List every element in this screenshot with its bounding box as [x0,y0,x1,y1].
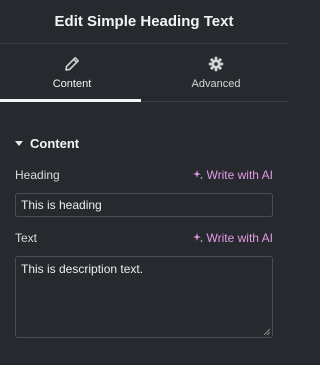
tab-advanced-label: Advanced [191,77,241,90]
text-label: Text [15,231,38,245]
panel-title: Edit Simple Heading Text [54,13,234,30]
tab-bar: Content Advanced [0,44,288,102]
panel-header: Edit Simple Heading Text [0,0,288,44]
heading-write-with-ai-button[interactable]: Write with AI [192,168,273,182]
sparkle-icon [192,233,203,243]
resize-handle-icon[interactable] [263,328,270,335]
text-write-with-ai-button[interactable]: Write with AI [192,231,273,245]
heading-input-value: This is heading [21,198,102,212]
pencil-icon [65,56,79,71]
tab-content-label: Content [52,77,92,90]
content-section-toggle[interactable]: Content [0,123,288,163]
caret-down-icon [15,140,23,146]
text-ai-label: Write with AI [206,231,273,245]
gear-icon [208,56,224,71]
active-tab-indicator [0,99,141,102]
heading-ai-label: Write with AI [206,168,273,182]
editor-panel: Edit Simple Heading Text Content Advance… [0,0,288,365]
heading-label: Heading [15,168,60,182]
heading-field: Heading Write with AI This is heading [0,165,288,217]
tab-content[interactable]: Content [0,44,144,101]
sparkle-icon [192,170,203,180]
tab-advanced[interactable]: Advanced [144,44,288,101]
text-field: Text Write with AI This is description t… [0,228,288,338]
heading-field-row: Heading Write with AI [15,165,273,185]
heading-input[interactable]: This is heading [15,193,273,217]
text-textarea[interactable]: This is description text. [15,256,273,338]
text-textarea-value: This is description text. [21,262,144,276]
section-title: Content [30,135,80,151]
text-field-row: Text Write with AI [15,228,273,248]
